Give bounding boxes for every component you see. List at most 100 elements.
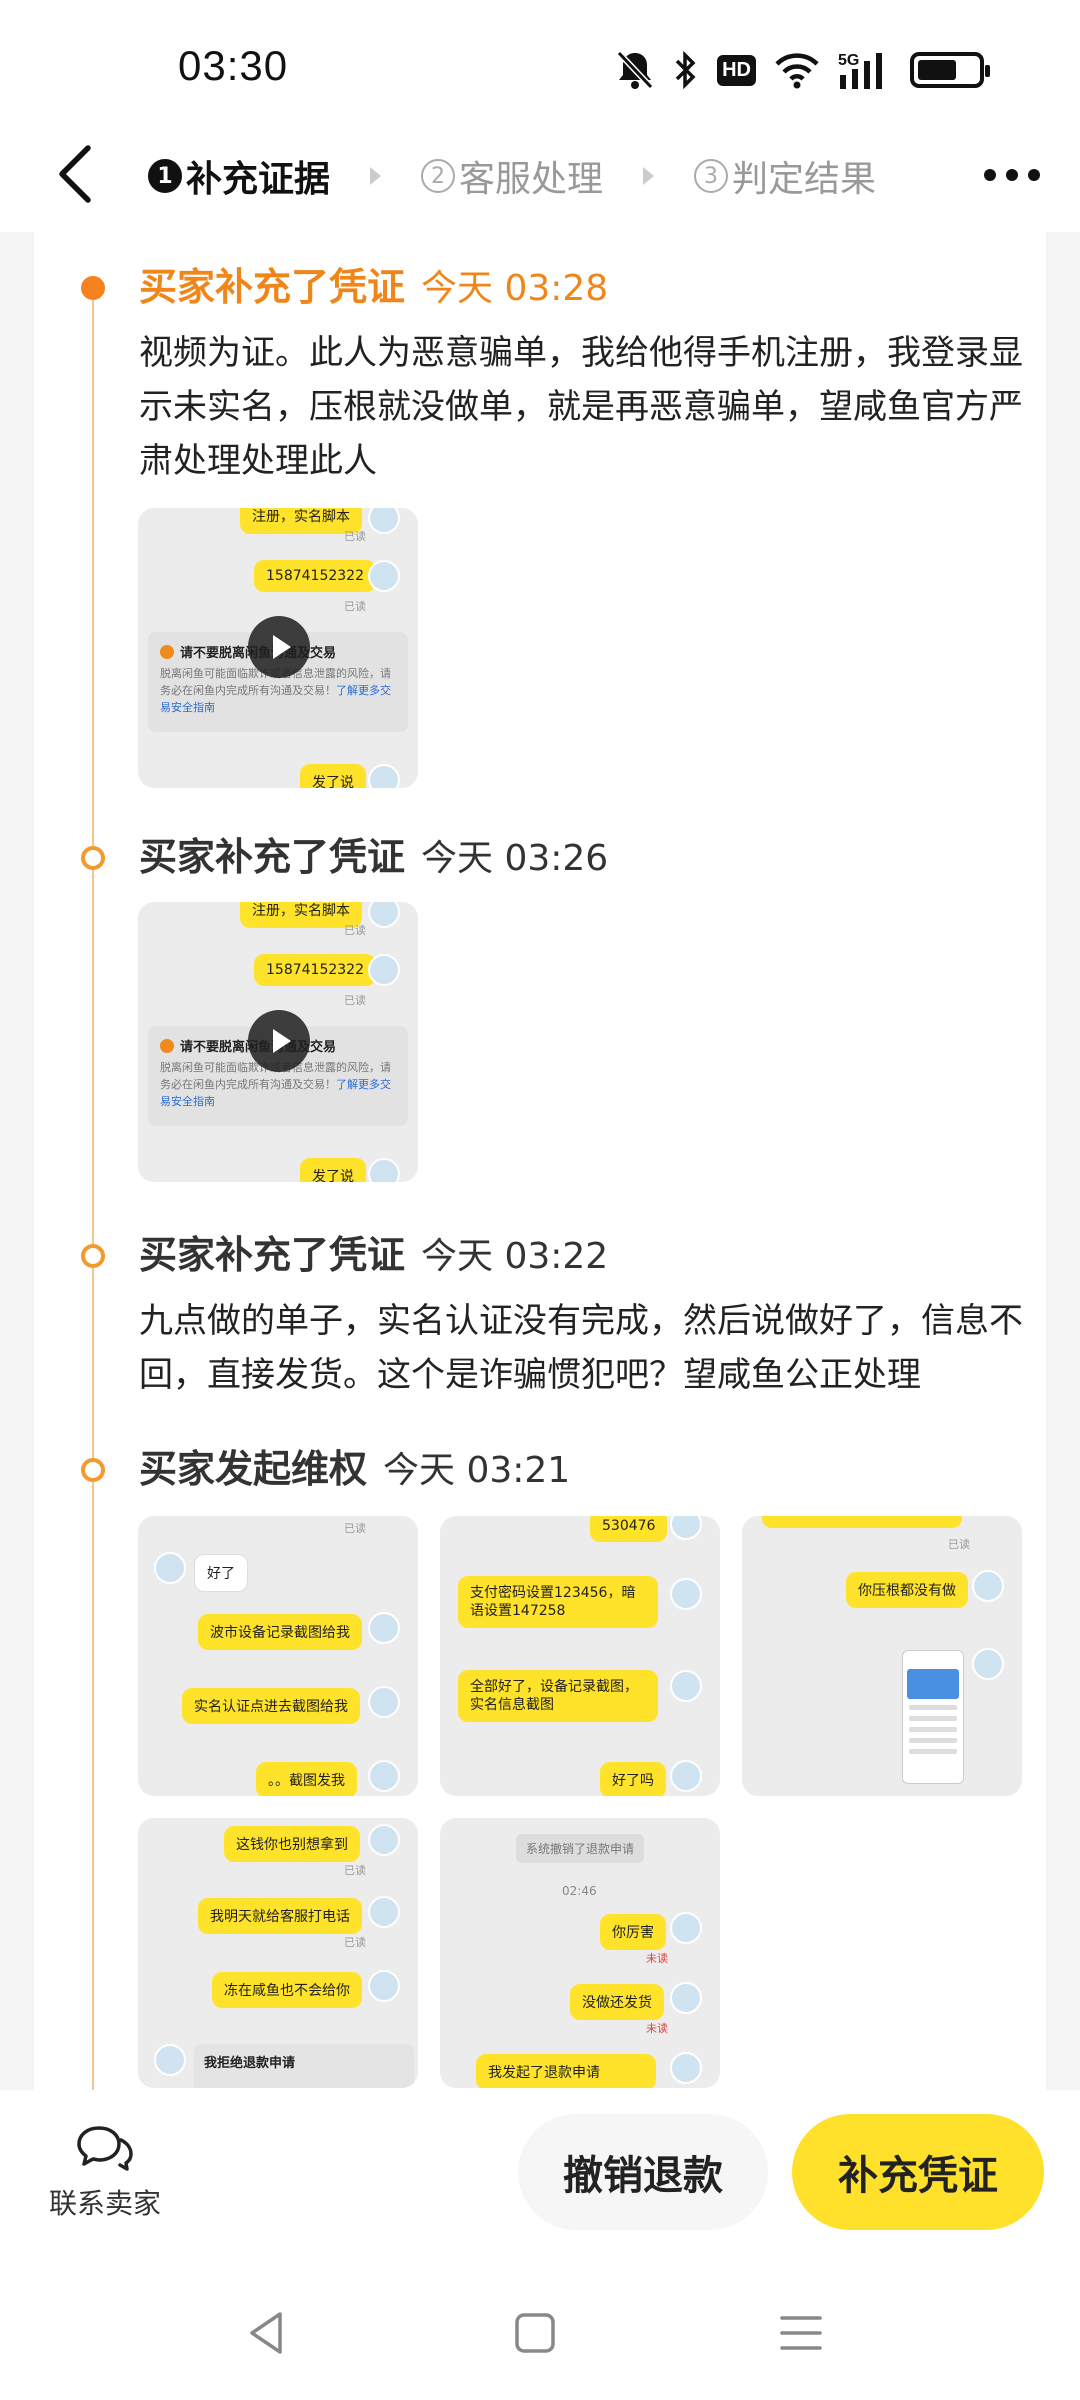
video-thumbnail[interactable]: 注册，实名脚本 已读 15874152322 已读 请不要脱离闲鱼沟通及交易 脱… [138, 508, 418, 788]
nav-bar: 1 补充证据 2 客服处理 3 判定结果 [0, 120, 1080, 232]
avatar [368, 1686, 400, 1718]
bluetooth-icon [673, 46, 699, 94]
step-3: 3 判定结果 [694, 150, 876, 202]
chat-bubble: 冻在咸鱼也不会给你 [212, 1972, 362, 2008]
avatar [154, 1552, 186, 1584]
entry-time: 今天 03:28 [421, 268, 609, 309]
screenshot-image [902, 1650, 964, 1784]
timeline-dot-icon [81, 1244, 105, 1268]
chat-bubble: 我发起了退款申请 [476, 2054, 656, 2088]
progress-steps: 1 补充证据 2 客服处理 3 判定结果 [148, 146, 876, 206]
system-home-button[interactable] [500, 2298, 570, 2368]
step-arrow-icon [370, 167, 382, 185]
step-arrow-icon [643, 167, 655, 185]
evidence-image[interactable]: 这钱你也别想拿到 已读 我明天就给客服打电话 已读 冻在咸鱼也不会给你 我拒绝退… [138, 1818, 418, 2088]
avatar [368, 1158, 400, 1182]
step-1: 1 补充证据 [148, 150, 330, 202]
entry-time: 今天 03:22 [421, 1236, 609, 1277]
more-dot-icon [1006, 169, 1018, 181]
avatar [368, 764, 400, 788]
avatar [670, 1516, 702, 1540]
play-icon[interactable] [248, 1010, 310, 1072]
avatar [670, 1578, 702, 1610]
evidence-image[interactable]: 530476 支付密码设置123456，暗语设置147258 全部好了，设备记录… [440, 1516, 720, 1796]
system-tag: 系统撤销了退款申请 [516, 1834, 645, 1863]
reject-card: 我拒绝退款申请 [194, 2044, 414, 2088]
system-menu-button[interactable] [766, 2298, 836, 2368]
back-button[interactable] [44, 138, 108, 210]
entry-header: 买家发起维权 今天 03:21 [139, 1438, 570, 1493]
avatar [368, 1760, 400, 1792]
read-status: 已读 [344, 994, 366, 1007]
read-status: 已读 [344, 924, 366, 937]
entry-title: 买家补充了凭证 [139, 835, 406, 879]
network-label: 5G [838, 52, 859, 69]
chat-bubble: 支付密码设置123456，暗语设置147258 [458, 1576, 658, 1628]
chevron-left-icon [59, 145, 91, 203]
read-status: 已读 [344, 1936, 366, 1949]
avatar [972, 1570, 1004, 1602]
wifi-icon [774, 46, 820, 94]
contact-seller-button[interactable]: 联系卖家 [46, 2124, 164, 2222]
chat-bubble: 好了 [194, 1554, 248, 1592]
entry-header: 买家补充了凭证 今天 03:22 [139, 1224, 608, 1279]
menu-lines-icon [780, 2316, 822, 2350]
more-options-button[interactable] [984, 160, 1040, 190]
chat-bubble: 发了说 [300, 764, 366, 788]
chat-time: 02:46 [562, 1884, 597, 1898]
avatar [670, 1670, 702, 1702]
entry-title: 买家发起维权 [139, 1447, 368, 1491]
step-3-label: 判定结果 [732, 159, 877, 200]
play-icon[interactable] [248, 616, 310, 678]
chat-bubble: 没做还发货 [570, 1984, 664, 2020]
entry-time: 今天 03:21 [383, 1450, 571, 1491]
chat-bubble: 实名认证点进去截图给我 [182, 1688, 360, 1724]
chat-bubble: 15874152322 [254, 954, 376, 986]
entry-text: 九点做的单子，实名认证没有完成，然后说做好了，信息不回，直接发货。这个是诈骗惯犯… [139, 1301, 1023, 1395]
5g-signal-icon: 5G [838, 46, 892, 94]
entry-title: 买家补充了凭证 [139, 265, 406, 309]
unread-status: 未读 [646, 2022, 668, 2035]
evidence-image[interactable]: 已读 好了 波市设备记录截图给我 实名认证点进去截图给我 。。截图发我 [138, 1516, 418, 1796]
hd-icon: HD [717, 46, 756, 94]
chat-bubble: 15874152322 [254, 560, 376, 592]
avatar [368, 1896, 400, 1928]
timeline-dot-icon [81, 1458, 105, 1482]
entry-title: 买家补充了凭证 [139, 1233, 406, 1277]
read-status: 已读 [344, 530, 366, 543]
timeline-dot-icon [81, 846, 105, 870]
read-status: 已读 [948, 1538, 970, 1551]
avatar [368, 1824, 400, 1856]
step-2-label: 客服处理 [459, 159, 604, 200]
evidence-image[interactable]: 已读 你压根都没有做 [742, 1516, 1022, 1796]
entry-time: 今天 03:26 [421, 838, 609, 879]
warning-icon [160, 1038, 174, 1053]
add-evidence-button[interactable]: 补充凭证 [792, 2114, 1044, 2230]
square-home-icon [515, 2313, 555, 2353]
video-thumbnail[interactable]: 注册，实名脚本 已读 15874152322 已读 请不要脱离闲鱼沟通及交易 脱… [138, 902, 418, 1182]
evidence-image[interactable]: 系统撤销了退款申请 02:46 你厉害 未读 没做还发货 未读 我发起了退款申请 [440, 1818, 720, 2088]
chat-bubble: 发了说 [300, 1158, 366, 1182]
chat-bubble: 全部好了，设备记录截图，实名信息截图 [458, 1670, 658, 1722]
chat-bubble: 。。截图发我 [256, 1762, 357, 1796]
timeline-card: 买家补充了凭证 今天 03:28 视频为证。此人为恶意骗单，我给他得手机注册，我… [34, 232, 1046, 2090]
chat-bubble [762, 1516, 962, 1528]
warning-icon [160, 644, 174, 659]
avatar [368, 1970, 400, 2002]
system-back-button[interactable] [232, 2298, 302, 2368]
chat-bubble: 我明天就给客服打电话 [198, 1898, 362, 1934]
timeline-dot-icon [81, 276, 105, 300]
avatar [670, 1912, 702, 1944]
status-time: 03:30 [178, 42, 289, 89]
contact-seller-label: 联系卖家 [48, 2187, 161, 2220]
cancel-refund-button[interactable]: 撤销退款 [518, 2114, 768, 2230]
read-status: 已读 [344, 1864, 366, 1877]
timeline-line [92, 278, 94, 2090]
entry-header: 买家补充了凭证 今天 03:28 [139, 256, 608, 311]
mute-bell-icon [615, 46, 655, 94]
chat-bubble: 波市设备记录截图给我 [198, 1614, 362, 1650]
avatar [670, 1982, 702, 2014]
chat-bubble: 530476 [590, 1516, 668, 1542]
avatar [972, 1648, 1004, 1680]
avatar [368, 560, 400, 592]
